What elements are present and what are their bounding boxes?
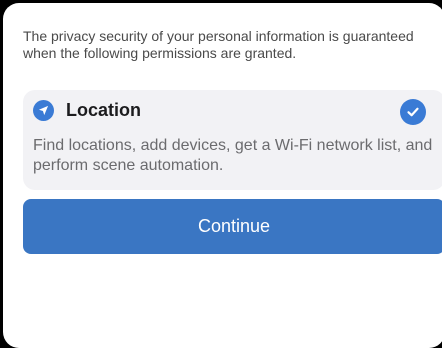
permission-title: Location (66, 100, 141, 120)
continue-button[interactable]: Continue (23, 199, 442, 254)
permission-title-row: Location (33, 100, 141, 121)
permission-card-location[interactable]: Location Find locations, add devices, ge… (23, 90, 442, 190)
permission-sheet: The privacy security of your personal in… (3, 3, 442, 348)
checkmark-icon[interactable] (400, 99, 426, 125)
location-arrow-icon (33, 100, 54, 121)
intro-text: The privacy security of your personal in… (23, 28, 414, 61)
permission-description: Find locations, add devices, get a Wi-Fi… (33, 137, 433, 174)
